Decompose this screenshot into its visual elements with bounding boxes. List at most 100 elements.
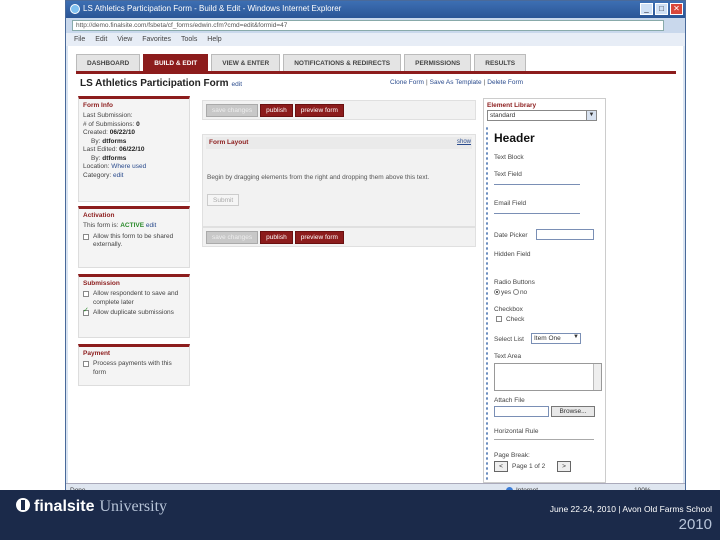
event-year: 2010 xyxy=(678,516,712,533)
payments-row: Process payments with this form xyxy=(83,360,185,377)
form-title-text: LS Athletics Participation Form xyxy=(80,78,229,89)
lib-hidden-field[interactable]: Hidden Field xyxy=(494,251,531,258)
category: Category: edit xyxy=(83,171,124,179)
maximize-button[interactable]: □ xyxy=(655,3,668,15)
attach-file-input[interactable] xyxy=(494,406,549,417)
menu-edit[interactable]: Edit xyxy=(95,36,107,43)
last-submission: Last Submission: xyxy=(83,112,133,119)
activation-panel: Activation This form is: ACTIVE edit All… xyxy=(78,206,190,268)
ie-window: LS Athletics Participation Form - Build … xyxy=(65,0,686,497)
preview-form-button-bottom[interactable]: preview form xyxy=(294,231,344,244)
form-info-header: Form Info xyxy=(83,102,113,109)
form-title-edit-link[interactable]: edit xyxy=(232,81,242,88)
submission-panel: Submission Allow respondent to save and … xyxy=(78,274,190,338)
duplicates-checkbox[interactable] xyxy=(83,307,89,316)
save-later-checkbox[interactable] xyxy=(83,291,89,297)
lib-date-picker[interactable]: Date Picker xyxy=(494,232,528,239)
close-button[interactable]: ✕ xyxy=(670,3,683,15)
show-link[interactable]: show xyxy=(457,139,471,145)
active-status: ACTIVE xyxy=(120,222,145,229)
check-checkbox[interactable] xyxy=(496,316,502,323)
bottom-action-bar: save changes publish preview form xyxy=(202,227,476,247)
payments-checkbox[interactable] xyxy=(83,361,89,367)
share-externally-checkbox[interactable] xyxy=(83,233,89,240)
lib-text-field[interactable]: Text Field xyxy=(494,171,522,178)
drag-handle-strip[interactable] xyxy=(485,126,489,482)
element-library-header: Element Library xyxy=(487,102,537,109)
horizontal-rule-line xyxy=(494,439,594,440)
save-later-row: Allow respondent to save and complete la… xyxy=(83,290,185,307)
text-area-sample[interactable] xyxy=(494,363,602,391)
location: Location: Where used xyxy=(83,163,147,170)
menu-favorites[interactable]: Favorites xyxy=(142,36,171,43)
select-list-dropdown[interactable]: Item One ▼ xyxy=(531,333,581,344)
tab-bar: DASHBOARD BUILD & EDIT VIEW & ENTER NOTI… xyxy=(76,54,527,71)
checkbox-option: Check xyxy=(496,316,524,323)
menu-help[interactable]: Help xyxy=(207,36,221,43)
preview-form-button[interactable]: preview form xyxy=(294,104,344,117)
scrollbar[interactable] xyxy=(593,364,601,390)
lib-text-area[interactable]: Text Area xyxy=(494,353,521,360)
lib-attach-file[interactable]: Attach File xyxy=(494,397,525,404)
delete-form-link[interactable]: Delete Form xyxy=(487,79,523,86)
prev-page-button[interactable]: < xyxy=(494,461,508,472)
layout-instructions: Begin by dragging elements from the righ… xyxy=(207,174,430,181)
browse-button[interactable]: Browse... xyxy=(551,406,595,417)
slide: LS Athletics Participation Form - Build … xyxy=(0,0,720,540)
save-template-link[interactable]: Save As Template xyxy=(430,79,482,86)
submission-header: Submission xyxy=(83,280,120,287)
submit-button[interactable]: Submit xyxy=(207,194,240,206)
category-edit-link[interactable]: edit xyxy=(113,172,123,179)
created-by: By: dtforms xyxy=(91,137,127,145)
element-library-panel: Element Library standard ▼ Header Text Bl… xyxy=(483,98,606,483)
clone-form-link[interactable]: Clone Form xyxy=(390,79,424,86)
title-bar: LS Athletics Participation Form - Build … xyxy=(66,1,685,18)
tab-build-edit[interactable]: BUILD & EDIT xyxy=(143,54,209,71)
lib-email-field[interactable]: Email Field xyxy=(494,200,526,207)
share-externally-row: Allow this form to be shared externally. xyxy=(83,233,185,250)
activation-edit-link[interactable]: edit xyxy=(146,222,156,229)
lib-horizontal-rule[interactable]: Horizontal Rule xyxy=(494,428,538,435)
activation-status: This form is: ACTIVE edit xyxy=(83,222,157,229)
lib-select-list[interactable]: Select List xyxy=(494,336,524,343)
radio-no[interactable] xyxy=(512,289,519,296)
text-field-line xyxy=(494,184,580,185)
publish-button-bottom[interactable]: publish xyxy=(260,231,293,244)
menu-view[interactable]: View xyxy=(117,36,132,43)
radio-options: yes no xyxy=(494,289,527,296)
form-layout-header: Form Layout xyxy=(206,137,472,149)
lib-header-element[interactable]: Header xyxy=(494,131,535,145)
email-field-line xyxy=(494,213,580,214)
lib-page-break[interactable]: Page Break: xyxy=(494,452,530,459)
chevron-down-icon: ▼ xyxy=(573,334,579,340)
address-bar: http://demo.finalsite.com/fsbeta/cf_form… xyxy=(66,18,685,33)
date-picker-input[interactable] xyxy=(536,229,594,240)
tab-notifications[interactable]: NOTIFICATIONS & REDIRECTS xyxy=(283,54,402,71)
menu-file[interactable]: File xyxy=(74,36,85,43)
lib-checkbox[interactable]: Checkbox xyxy=(494,306,523,313)
where-used-link[interactable]: Where used xyxy=(111,163,146,170)
address-field[interactable]: http://demo.finalsite.com/fsbeta/cf_form… xyxy=(72,20,664,31)
edited-date: Last Edited: 06/22/10 xyxy=(83,146,145,153)
page-indicator: Page 1 of 2 xyxy=(512,463,546,470)
lib-text-block[interactable]: Text Block xyxy=(494,154,524,161)
save-changes-button[interactable]: save changes xyxy=(206,104,259,117)
radio-yes[interactable] xyxy=(494,289,500,296)
form-actions-links: Clone Form | Save As Template | Delete Form xyxy=(390,79,524,86)
next-page-button[interactable]: > xyxy=(557,461,571,472)
edited-by: By: dtforms xyxy=(91,154,127,162)
menu-tools[interactable]: Tools xyxy=(181,36,197,43)
form-layout-panel: Form Layout show Begin by dragging eleme… xyxy=(202,134,476,227)
tab-dashboard[interactable]: DASHBOARD xyxy=(76,54,141,71)
event-info: June 22-24, 2010 | Avon Old Farms School xyxy=(549,504,712,514)
tab-underline xyxy=(76,71,676,74)
minimize-button[interactable]: _ xyxy=(640,3,653,15)
library-select[interactable]: standard ▼ xyxy=(487,110,597,121)
publish-button[interactable]: publish xyxy=(260,104,293,117)
lib-radio-buttons[interactable]: Radio Buttons xyxy=(494,279,535,286)
tab-results[interactable]: RESULTS xyxy=(474,54,527,71)
save-changes-button-bottom[interactable]: save changes xyxy=(206,231,259,244)
tab-view-enter[interactable]: VIEW & ENTER xyxy=(211,54,281,71)
created-date: Created: 06/22/10 xyxy=(83,129,136,136)
tab-permissions[interactable]: PERMISSIONS xyxy=(404,54,472,71)
